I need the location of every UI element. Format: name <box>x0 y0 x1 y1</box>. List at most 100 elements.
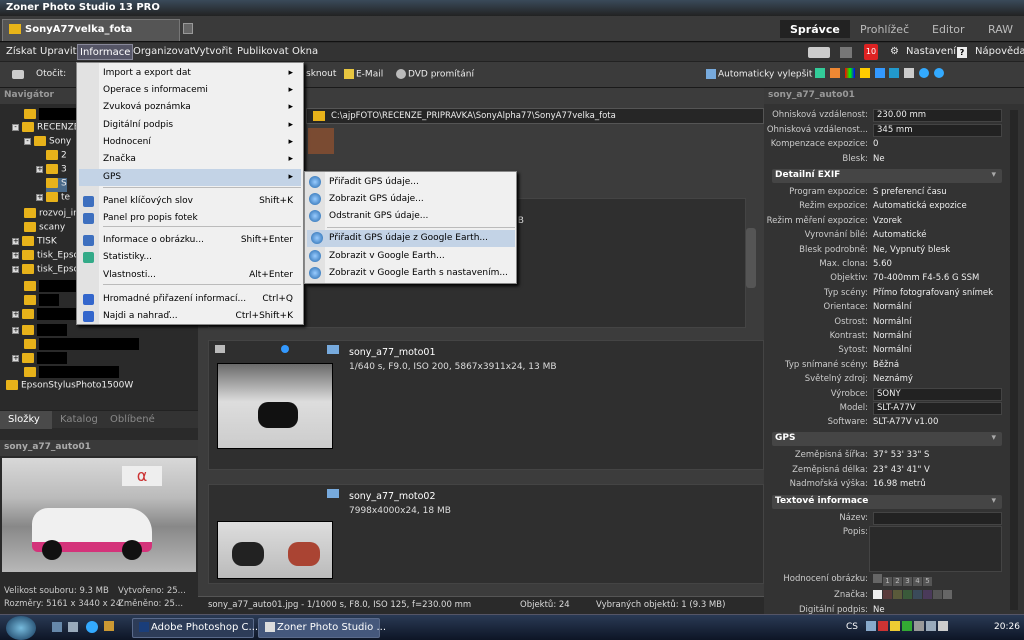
expand-icon[interactable]: + <box>12 251 19 259</box>
property-value[interactable]: SONY <box>873 387 1002 401</box>
print-icon[interactable] <box>904 68 915 78</box>
menu-item[interactable]: Panel pro popis fotek <box>83 210 301 227</box>
tree-item-recenze[interactable]: - RECENZE <box>12 122 80 136</box>
start-button[interactable] <box>6 616 36 640</box>
menu-item[interactable]: Hodnocení ▸ <box>103 134 301 151</box>
tag-swatch[interactable] <box>883 590 892 599</box>
thumbnail-card[interactable]: sony_a77_moto02 7998x4000x24, 18 MB <box>208 484 764 584</box>
tree-item-hidden[interactable] <box>24 280 79 294</box>
rating-clear-icon[interactable] <box>873 574 882 583</box>
menu-informace[interactable]: Informace <box>77 44 134 60</box>
settings-button[interactable]: Nastavení <box>906 46 956 57</box>
gps-menu-item[interactable]: Odstranit GPS údaje... <box>309 208 514 225</box>
rating-number[interactable]: 2 <box>893 577 902 586</box>
tree-item-hidden[interactable] <box>24 366 119 380</box>
property-value[interactable]: 230.00 mm <box>873 109 1002 122</box>
property-value[interactable]: 345 mm <box>873 123 1002 137</box>
expand-icon[interactable]: + <box>12 354 19 362</box>
thumbnail-card[interactable]: sony_a77_moto01 1/640 s, F9.0, ISO 200, … <box>208 340 764 470</box>
mode-viewer-button[interactable]: Prohlížeč <box>850 20 919 38</box>
tag-swatch[interactable] <box>873 590 882 599</box>
tag-swatch[interactable] <box>943 590 952 599</box>
menu-vytvorit[interactable]: Vytvořit <box>193 46 232 57</box>
menu-item[interactable]: Statistiky... <box>83 249 301 266</box>
tree-item-hidden[interactable] <box>24 294 59 308</box>
tray-icon[interactable] <box>866 621 876 631</box>
mode-raw-button[interactable]: RAW <box>978 20 1023 38</box>
levels-icon[interactable] <box>815 68 825 78</box>
picture-icon[interactable] <box>889 68 900 78</box>
collapse-icon[interactable]: - <box>24 137 31 145</box>
tree-item[interactable]: 2 <box>46 150 67 164</box>
tree-item[interactable]: + te <box>36 192 70 206</box>
auto-improve-button[interactable]: Automaticky vylepšit <box>706 69 812 80</box>
panel-scrollbar[interactable] <box>1010 110 1018 610</box>
clock[interactable]: 20:26 <box>994 622 1020 632</box>
new-tab-icon[interactable] <box>183 23 193 34</box>
menu-item[interactable]: Operace s informacemi ▸ <box>103 82 301 99</box>
mode-manager-button[interactable]: Správce <box>780 20 850 38</box>
menu-organizovat[interactable]: Organizovat <box>133 46 194 57</box>
tray-icon[interactable] <box>902 621 912 631</box>
email-button[interactable]: E-Mail <box>344 69 383 80</box>
tag-swatch[interactable] <box>933 590 942 599</box>
menu-item[interactable]: Import a export dat ▸ <box>103 65 301 82</box>
path-bar[interactable]: C:\ajpFOTO\RECENZE_PRIPRAVKA\SonyAlpha77… <box>306 108 764 124</box>
help-icon[interactable]: ? <box>957 47 967 58</box>
expand-icon[interactable]: + <box>12 326 19 334</box>
volume-icon[interactable] <box>938 621 948 631</box>
tree-item[interactable]: + tisk_Epsc <box>12 250 78 264</box>
section-header[interactable]: Textové informace ▾ <box>772 495 1002 509</box>
scrollbar-thumb[interactable] <box>746 228 756 288</box>
expand-icon[interactable]: + <box>12 237 19 245</box>
menu-ziskat[interactable]: Získat <box>6 46 37 57</box>
tree-item[interactable]: + TISK <box>12 236 57 250</box>
tray-icon[interactable] <box>914 621 924 631</box>
menu-item[interactable]: Vlastnosti... Alt+Enter <box>103 267 301 284</box>
dvd-button[interactable]: DVD promítání <box>396 69 474 80</box>
tree-item-hidden[interactable] <box>24 338 139 352</box>
rating-stars[interactable]: 12345 <box>873 574 933 586</box>
tree-item-epson[interactable]: EpsonStylusPhoto1500W <box>6 380 133 394</box>
tag-swatches[interactable] <box>873 590 953 602</box>
menu-item[interactable]: Informace o obrázku... Shift+Enter <box>83 232 301 249</box>
mail-icon[interactable] <box>808 47 830 58</box>
calendar-icon[interactable] <box>840 47 852 58</box>
gps-menu-item[interactable]: Přiřadit GPS údaje... <box>309 174 514 191</box>
help-button[interactable]: Nápověda <box>975 46 1024 57</box>
curves-icon[interactable] <box>829 68 840 78</box>
collapse-icon[interactable]: - <box>12 123 19 131</box>
tree-item-hidden[interactable] <box>24 108 84 122</box>
menu-upravit[interactable]: Upravit <box>40 46 77 57</box>
explorer-icon[interactable] <box>68 622 78 632</box>
language-indicator[interactable]: CS <box>846 622 858 632</box>
property-value[interactable]: SLT-A77V <box>873 402 1002 415</box>
gps-menu-item[interactable]: Zobrazit GPS údaje... <box>309 191 514 208</box>
gps-menu-item[interactable]: Zobrazit v Google Earth... <box>309 248 514 265</box>
show-desktop-icon[interactable] <box>52 622 62 632</box>
rating-number[interactable]: 1 <box>883 577 892 586</box>
camera-icon[interactable] <box>12 70 24 79</box>
tab-katalog[interactable]: Katalog <box>60 414 98 425</box>
ie-icon[interactable] <box>86 621 98 633</box>
expand-icon[interactable]: + <box>36 193 43 201</box>
rating-number[interactable]: 4 <box>913 577 922 586</box>
tree-item[interactable]: + tisk_Epsc <box>12 264 78 278</box>
tab-oblibene[interactable]: Oblíbené <box>110 414 155 425</box>
tag-swatch[interactable] <box>913 590 922 599</box>
expand-icon[interactable]: + <box>36 165 43 173</box>
expand-icon[interactable]: + <box>12 265 19 273</box>
menu-item[interactable]: Značka ▸ <box>103 151 301 168</box>
tree-item[interactable]: scany <box>24 222 65 236</box>
tray-icon[interactable] <box>878 621 888 631</box>
zoom-in-icon[interactable] <box>919 68 930 78</box>
tree-item-sony[interactable]: - Sony <box>24 136 71 150</box>
tag-swatch[interactable] <box>903 590 912 599</box>
task-zoner[interactable]: Zoner Photo Studio ... <box>258 618 386 638</box>
rating-number[interactable]: 5 <box>923 577 932 586</box>
zoom-out-icon[interactable] <box>934 68 944 78</box>
tab-slozky[interactable]: Složky <box>0 411 52 429</box>
rainbow-icon[interactable] <box>844 68 855 78</box>
rating-number[interactable]: 3 <box>903 577 912 586</box>
document-tab[interactable]: SonyA77velka_fota <box>2 19 180 41</box>
